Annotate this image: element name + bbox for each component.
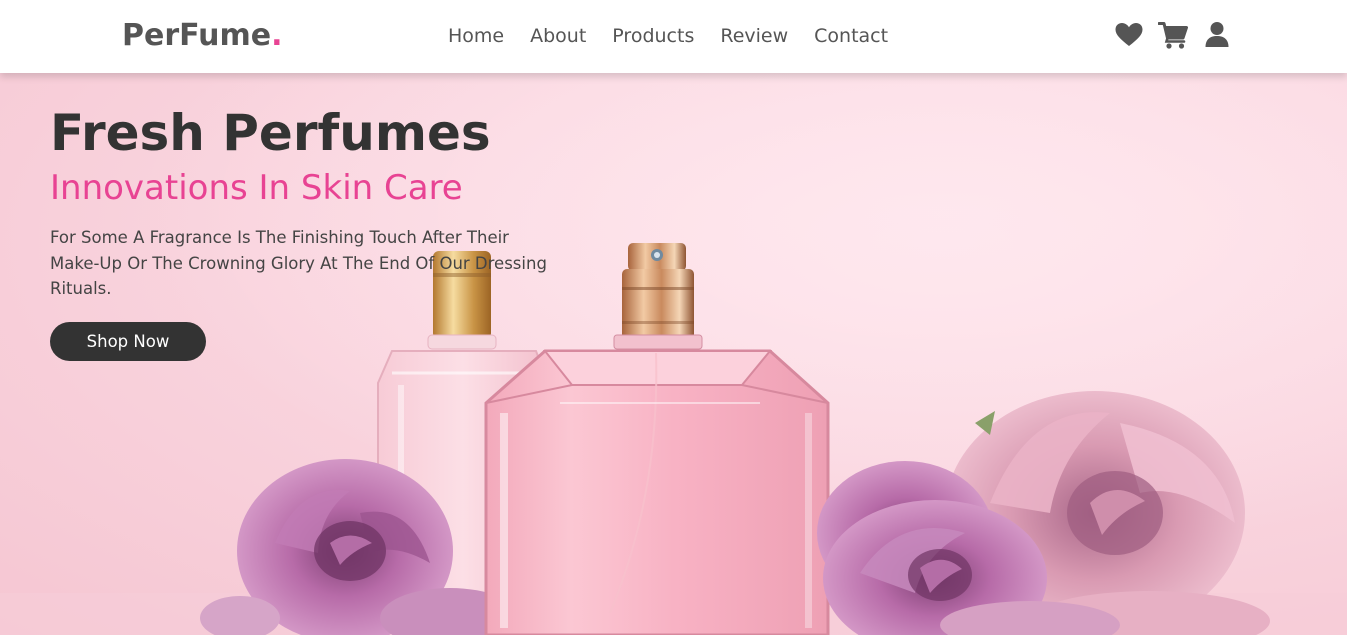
user-icon[interactable] xyxy=(1202,20,1232,50)
logo[interactable]: PerFume. xyxy=(122,16,283,56)
nav-link-products[interactable]: Products xyxy=(612,22,694,50)
site-header: PerFume. Home About Products Review Contact xyxy=(0,0,1347,73)
nav-link-home[interactable]: Home xyxy=(448,22,504,50)
heart-icon[interactable] xyxy=(1114,20,1144,50)
hero-content: Fresh Perfumes Innovations In Skin Care … xyxy=(50,105,570,361)
nav-link-review[interactable]: Review xyxy=(720,22,788,50)
shopping-cart-icon[interactable] xyxy=(1158,20,1188,50)
hero-section: Fresh Perfumes Innovations In Skin Care … xyxy=(0,73,1347,635)
hero-title: Fresh Perfumes xyxy=(50,104,491,162)
shop-now-button[interactable]: Shop Now xyxy=(50,321,206,361)
hero-description: For Some A Fragrance Is The Finishing To… xyxy=(50,228,547,298)
hero-subtitle: Innovations In Skin Care xyxy=(50,168,463,208)
main-nav: Home About Products Review Contact xyxy=(448,22,914,50)
logo-dot: . xyxy=(271,18,283,53)
nav-link-about[interactable]: About xyxy=(530,22,586,50)
nav-link-contact[interactable]: Contact xyxy=(814,22,888,50)
logo-text: PerFume xyxy=(122,18,272,53)
